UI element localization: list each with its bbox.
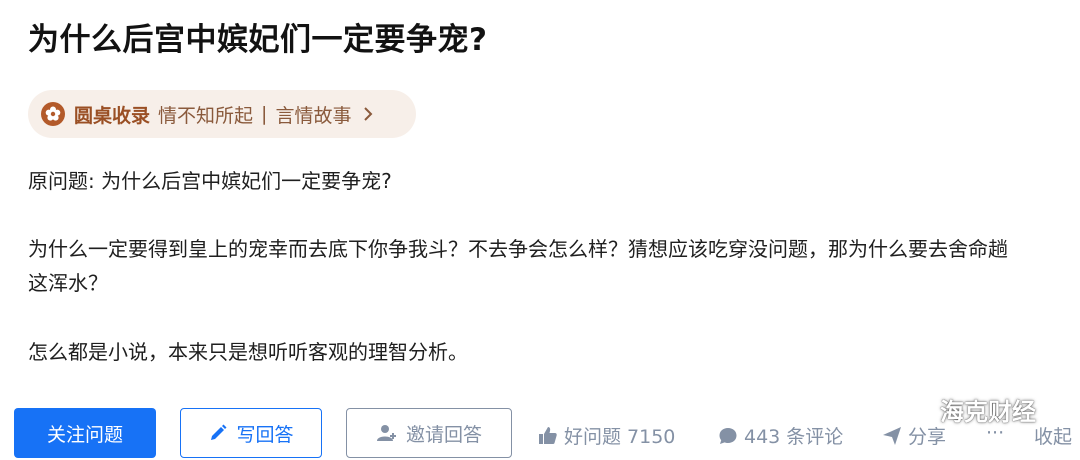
roundtable-banner[interactable]: 圆桌收录 情不知所起 | 言情故事 — [28, 90, 416, 138]
comment-icon — [719, 427, 737, 444]
add-user-icon — [376, 425, 396, 441]
watermark-text: 海克财经 — [940, 398, 1036, 426]
roundtable-topic: 情不知所起 — [158, 104, 254, 127]
thumbs-up-icon — [539, 426, 557, 444]
question-title: 为什么后宫中嫔妃们一定要争宠? — [28, 22, 488, 58]
question-body-original: 原问题: 为什么后宫中嫔妃们一定要争宠? — [28, 169, 392, 193]
invite-answer-button[interactable]: 邀请回答 — [346, 408, 512, 458]
invite-answer-label: 邀请回答 — [405, 423, 482, 446]
pencil-icon — [211, 424, 227, 440]
wechat-icon — [899, 396, 930, 422]
write-answer-label: 写回答 — [236, 423, 294, 446]
follow-question-button[interactable]: 关注问题 — [14, 408, 156, 458]
share-icon — [883, 426, 901, 445]
comment-button[interactable]: 443 条评论 — [718, 422, 843, 449]
watermark: 海克财经 — [898, 392, 1036, 427]
collapse-label: 收起 — [1034, 426, 1073, 448]
roundtable-separator: | — [261, 103, 268, 125]
flower-icon — [41, 102, 65, 126]
good-question-label: 好问题 7150 — [564, 426, 676, 448]
collapse-button[interactable]: 收起 — [1034, 422, 1072, 449]
question-body-detail: 为什么一定要得到皇上的宠幸而去底下你争我斗？不去争会怎么样？猜想应该吃穿没问题，… — [28, 237, 1008, 295]
chevron-right-icon — [364, 107, 373, 121]
roundtable-brand: 圆桌收录 — [74, 104, 151, 127]
good-question-button[interactable]: 好问题 7150 — [538, 422, 675, 449]
question-body-note: 怎么都是小说，本来只是想听听客观的理智分析。 — [28, 340, 468, 364]
comment-label: 443 条评论 — [744, 426, 844, 448]
follow-question-label: 关注问题 — [46, 423, 123, 446]
roundtable-topic-2: 言情故事 — [275, 104, 352, 127]
write-answer-button[interactable]: 写回答 — [180, 408, 322, 458]
